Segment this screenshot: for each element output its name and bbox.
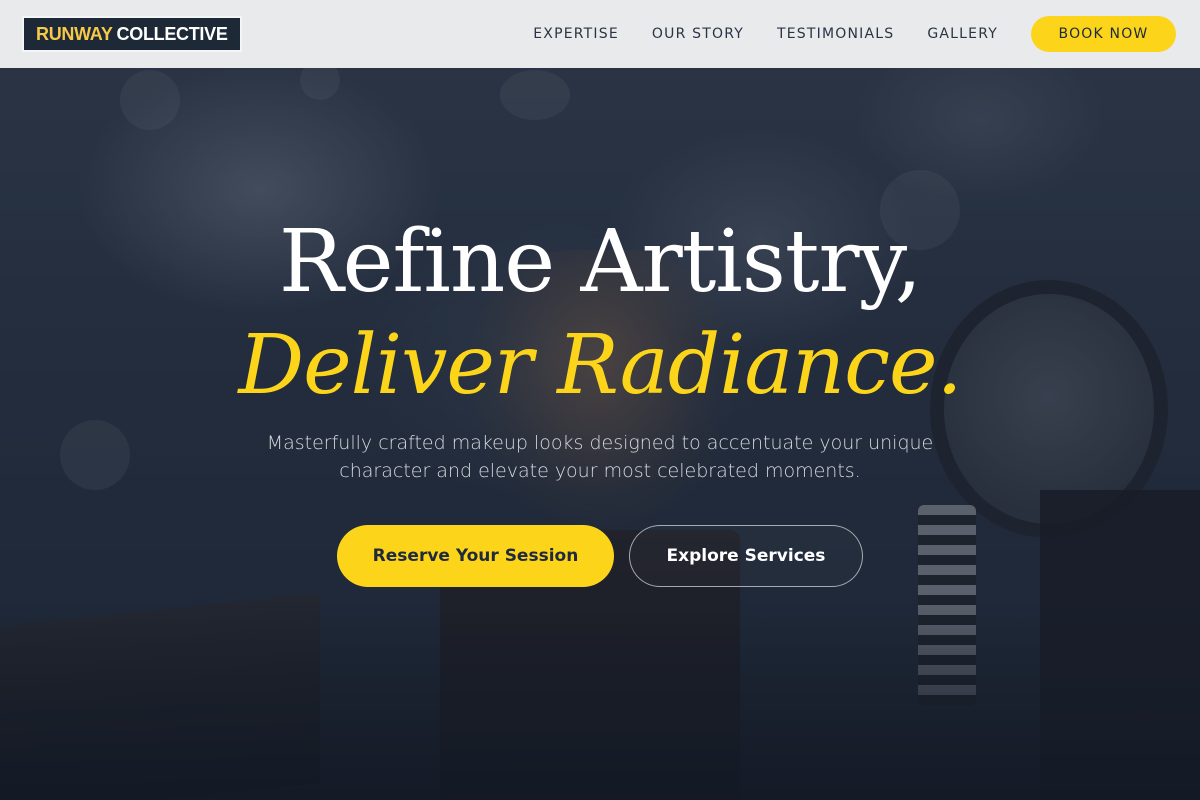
nav-link-testimonials[interactable]: TESTIMONIALS bbox=[777, 26, 894, 42]
nav-link-expertise[interactable]: EXPERTISE bbox=[533, 26, 619, 42]
hero-headline-line1: Refine Artistry, bbox=[278, 212, 922, 312]
hero-headline-line2: Deliver Radiance. bbox=[238, 318, 962, 413]
nav-link-gallery[interactable]: GALLERY bbox=[927, 26, 998, 42]
nav-link-our-story[interactable]: OUR STORY bbox=[652, 26, 744, 42]
logo-text-collective: COLLECTIVE bbox=[116, 23, 228, 44]
hero-subtitle: Masterfully crafted makeup looks designe… bbox=[266, 432, 934, 482]
site-header: RUNWAY COLLECTIVE EXPERTISE OUR STORY TE… bbox=[0, 0, 1200, 68]
main-nav: EXPERTISE OUR STORY TESTIMONIALS GALLERY… bbox=[533, 16, 1176, 52]
explore-services-button[interactable]: Explore Services bbox=[629, 525, 863, 587]
logo-text-runway: RUNWAY bbox=[36, 23, 113, 44]
brand-logo[interactable]: RUNWAY COLLECTIVE bbox=[24, 18, 240, 50]
reserve-session-button[interactable]: Reserve Your Session bbox=[337, 525, 614, 587]
hero-content: Refine Artistry, Deliver Radiance. Maste… bbox=[0, 0, 1200, 800]
book-now-button[interactable]: BOOK NOW bbox=[1031, 16, 1176, 52]
